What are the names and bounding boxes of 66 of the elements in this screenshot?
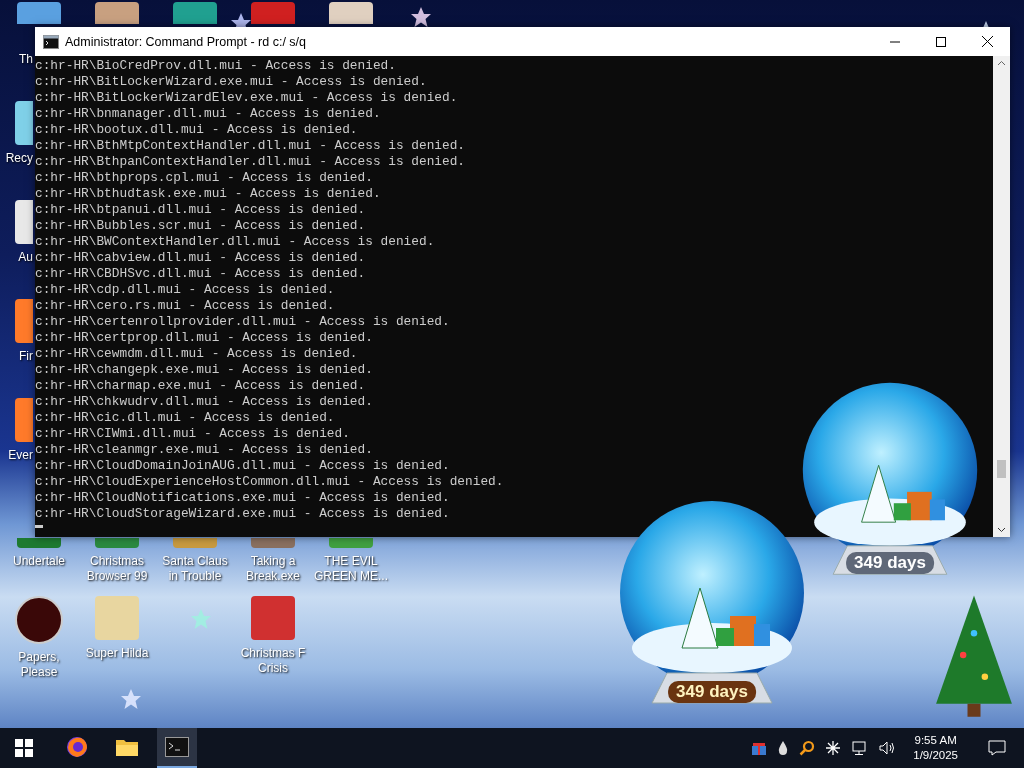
desktop-icon-label[interactable]: Au xyxy=(0,250,33,265)
desktop-icon-label[interactable]: Papers, Please xyxy=(1,650,77,680)
console-line: c:hr-HR\cic.dll.mui - Access is denied. xyxy=(35,410,336,426)
console-line: c:hr-HR\CloudNotifications.exe.mui - Access is denied. xyxy=(35,490,451,506)
text-cursor xyxy=(35,525,43,528)
start-icon[interactable] xyxy=(15,739,33,757)
taskbar-app[interactable] xyxy=(157,728,197,768)
clock-time[interactable]: 9:55 AM xyxy=(914,733,957,748)
maximize-icon[interactable] xyxy=(936,36,946,47)
days-counter: 349 days xyxy=(846,552,934,575)
desktop-icon-label[interactable]: Recy xyxy=(0,151,33,166)
console-line: c:hr-HR\BthMtpContextHandler.dll.mui - Access is denied. xyxy=(35,138,467,154)
console-line: c:hr-HR\certenrollprovider.dll.mui - Access is denied. xyxy=(35,314,451,330)
console-line: c:hr-HR\bnmanager.dll.mui - Access is denied. xyxy=(35,106,382,122)
desktop-icon-label[interactable]: Christmas Browser 99 xyxy=(79,554,155,584)
magnifier-icon[interactable] xyxy=(799,740,816,756)
app-icon[interactable] xyxy=(15,596,63,644)
console-line: c:hr-HR\bthprops.cpl.mui - Access is denied. xyxy=(35,170,374,186)
star-icon xyxy=(120,688,142,710)
console-line: c:hr-HR\certprop.dll.mui - Access is denied. xyxy=(35,330,374,346)
desktop-icon-label[interactable]: Ever xyxy=(0,448,33,463)
desktop-icon-label[interactable]: Taking a Break.exe xyxy=(235,554,311,584)
notification-icon[interactable] xyxy=(988,740,1006,756)
terminal-icon[interactable] xyxy=(165,737,189,757)
gift-icon[interactable] xyxy=(751,740,768,756)
console-line: c:hr-HR\chkwudrv.dll.mui - Access is denied. xyxy=(35,394,374,410)
console-line: c:hr-HR\cero.rs.mui - Access is denied. xyxy=(35,298,336,314)
desktop-icon-label[interactable]: Undertale xyxy=(1,554,77,569)
droplet-icon[interactable] xyxy=(777,740,790,756)
desktop-icon-label[interactable]: Th xyxy=(0,52,33,67)
star-icon xyxy=(410,6,432,28)
console-line: c:hr-HR\CloudStorageWizard.exe.mui - Access is denied. xyxy=(35,506,451,522)
folder-icon[interactable] xyxy=(115,737,139,757)
window-title: Administrator: Command Prompt - rd c:/ s/q xyxy=(65,34,308,49)
console-line: c:hr-HR\BioCredProv.dll.mui - Access is denied. xyxy=(35,58,397,74)
close-icon[interactable] xyxy=(981,36,993,47)
console-line: c:hr-HR\cleanmgr.exe.mui - Access is denied. xyxy=(35,442,374,458)
console-line: c:hr-HR\bootux.dll.mui - Access is denied. xyxy=(35,122,359,138)
console-line: c:hr-HR\BitLockerWizardElev.exe.mui - Access is denied. xyxy=(35,90,459,106)
console-line: c:hr-HR\BWContextHandler.dll.mui - Access is denied. xyxy=(35,234,436,250)
console-line: c:hr-HR\changepk.exe.mui - Access is denied. xyxy=(35,362,374,378)
console-line: c:hr-HR\Bubbles.scr.mui - Access is denied. xyxy=(35,218,367,234)
star-icon xyxy=(190,608,212,630)
console-line: c:hr-HR\cabview.dll.mui - Access is denied. xyxy=(35,250,367,266)
console-line: c:hr-HR\CloudDomainJoinAUG.dll.mui - Access is denied. xyxy=(35,458,451,474)
browser-icon[interactable] xyxy=(65,735,89,759)
desktop-icon-label[interactable]: Super Hilda xyxy=(79,646,155,661)
desktop-icon-label[interactable]: Santa Claus in Trouble xyxy=(157,554,233,584)
console-line: c:hr-HR\CloudExperienceHostCommon.dll.mui - Access is denied. xyxy=(35,474,505,490)
console-line: c:hr-HR\cewmdm.dll.mui - Access is denied. xyxy=(35,346,359,362)
terminal-icon xyxy=(43,34,59,49)
console-line: c:hr-HR\bthudtask.exe.mui - Access is denied. xyxy=(35,186,382,202)
console-line: c:hr-HR\charmap.exe.mui - Access is denied. xyxy=(35,378,367,394)
scrollbar[interactable] xyxy=(993,56,1010,537)
desktop-icon-label[interactable]: Christmas F Crisis xyxy=(235,646,311,676)
desktop-icon-label[interactable]: Fir xyxy=(0,349,33,364)
clock-date[interactable]: 1/9/2025 xyxy=(913,748,958,763)
scrollbar-thumb[interactable] xyxy=(997,460,1006,478)
console-line: c:hr-HR\cdp.dll.mui - Access is denied. xyxy=(35,282,336,298)
console-line: c:hr-HR\BitLockerWizard.exe.mui - Access is denied. xyxy=(35,74,428,90)
console-line: c:hr-HR\CIWmi.dll.mui - Access is denied. xyxy=(35,426,351,442)
desktop-icon-label[interactable]: THE EVIL GREEN ME... xyxy=(313,554,389,584)
console-line: c:hr-HR\btpanui.dll.mui - Access is denied. xyxy=(35,202,367,218)
console-line: c:hr-HR\BthpanContextHandler.dll.mui - Access is denied. xyxy=(35,154,467,170)
asterisk-icon[interactable] xyxy=(825,740,842,756)
console-line: c:hr-HR\CBDHSvc.dll.mui - Access is denied. xyxy=(35,266,367,282)
